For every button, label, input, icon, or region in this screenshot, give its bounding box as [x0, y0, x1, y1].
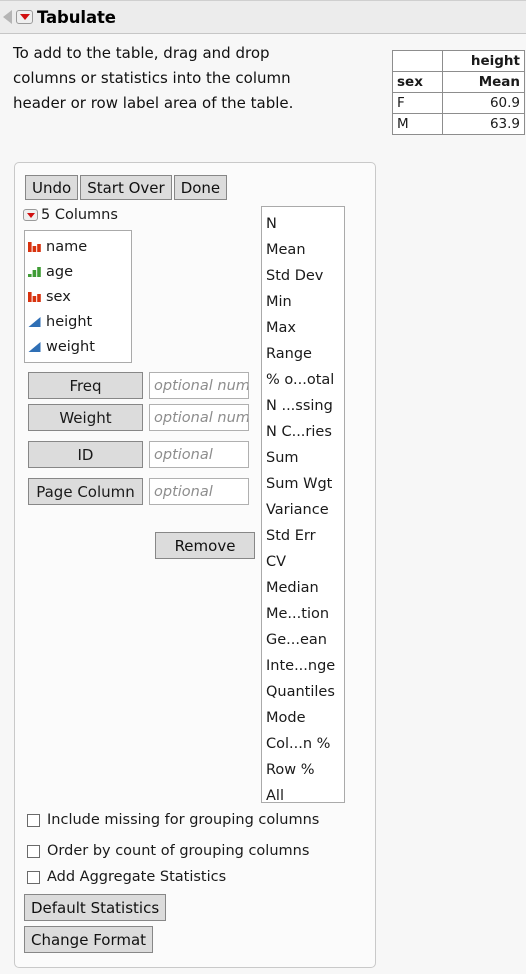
- statistic-list-item[interactable]: Range: [266, 341, 344, 367]
- statistic-list-item[interactable]: N C...ries: [266, 419, 344, 445]
- table-statistic-header[interactable]: Mean: [442, 71, 525, 93]
- statistic-list-item[interactable]: CV: [266, 549, 344, 575]
- role-field-freq[interactable]: optional numeric: [149, 372, 249, 399]
- statistic-list-item[interactable]: All: [266, 783, 344, 802]
- statistic-list-item[interactable]: Me...tion: [266, 601, 344, 627]
- statistics-list[interactable]: N Mean Std Dev Min Max Range% o...otal N ...ss…: [261, 206, 345, 803]
- column-list-item[interactable]: name: [27, 234, 131, 259]
- statistic-list-item[interactable]: Max: [266, 315, 344, 341]
- statistic-list-item[interactable]: Median: [266, 575, 344, 601]
- red-triangle-icon: [19, 14, 30, 20]
- table-row: M 63.9: [392, 113, 525, 135]
- column-list-item[interactable]: weight: [27, 334, 131, 359]
- table-cell-value: 60.9: [442, 92, 525, 114]
- role-field-weight[interactable]: optional numeric: [149, 404, 249, 431]
- table-row-label-header[interactable]: sex: [392, 71, 443, 93]
- role-button-freq[interactable]: Freq: [28, 372, 143, 399]
- nominal-bars-icon: [27, 240, 43, 254]
- statistic-list-item[interactable]: Ge...ean: [266, 627, 344, 653]
- column-name: sex: [46, 288, 71, 305]
- undo-button[interactable]: Undo: [25, 175, 79, 200]
- checkbox-row[interactable]: Include missing for grouping columns: [27, 812, 319, 828]
- tabulate-red-triangle-menu-button[interactable]: [16, 10, 33, 24]
- remove-button[interactable]: Remove: [155, 532, 255, 559]
- table-corner-cell: [392, 50, 443, 72]
- result-table: height sex Mean F 60.9 M 63.9: [392, 50, 525, 135]
- columns-section-header: 5 Columns: [23, 207, 118, 223]
- done-button[interactable]: Done: [173, 175, 228, 200]
- checkbox-label: Add Aggregate Statistics: [47, 869, 227, 885]
- statistic-list-item[interactable]: Quantiles: [266, 679, 344, 705]
- statistic-list-item[interactable]: Sum Wgt: [266, 471, 344, 497]
- statistic-list-item[interactable]: Std Dev: [266, 263, 344, 289]
- red-triangle-icon: [26, 212, 35, 218]
- column-list-item[interactable]: age: [27, 259, 131, 284]
- toolbar: Undo Start Over Done: [25, 175, 228, 200]
- role-row: Page Column optional: [28, 478, 249, 505]
- columns-count-label: 5 Columns: [41, 207, 118, 223]
- statistic-list-item[interactable]: Std Err: [266, 523, 344, 549]
- role-button-weight[interactable]: Weight: [28, 404, 143, 431]
- table-header-row-stat: sex Mean: [392, 71, 525, 93]
- checkbox-unchecked-icon[interactable]: [27, 813, 40, 827]
- page-title: Tabulate: [37, 7, 116, 27]
- role-field-id[interactable]: optional: [149, 441, 249, 468]
- placeholder-text: optional numeric: [154, 409, 249, 426]
- table-row-label: M: [392, 113, 443, 135]
- table-column-group-header[interactable]: height: [442, 50, 525, 72]
- checkbox-unchecked-icon[interactable]: [27, 870, 40, 884]
- checkbox-label: Include missing for grouping columns: [47, 812, 320, 828]
- role-row: Weight optional numeric: [28, 404, 249, 431]
- table-header-row-group: height: [392, 50, 525, 72]
- start-over-button[interactable]: Start Over: [80, 175, 172, 200]
- outline-disclosure-triangle-icon[interactable]: [3, 10, 12, 24]
- checkbox-row[interactable]: Order by count of grouping columns: [27, 843, 309, 859]
- role-row: ID optional: [28, 441, 249, 468]
- statistic-list-item[interactable]: Mode: [266, 705, 344, 731]
- change-format-button[interactable]: Change Format: [24, 926, 154, 953]
- statistic-list-item[interactable]: N: [266, 211, 344, 237]
- nominal-bars-icon: [27, 290, 43, 304]
- column-list-item[interactable]: sex: [27, 284, 131, 309]
- statistic-list-item[interactable]: Variance: [266, 497, 344, 523]
- column-name: height: [46, 313, 93, 330]
- statistic-list-item[interactable]: Col...n %: [266, 731, 344, 757]
- column-name: weight: [46, 338, 95, 355]
- continuous-triangle-icon: [27, 340, 43, 354]
- instruction-text: To add to the table, drag and drop colum…: [13, 44, 294, 112]
- checkbox-label: Order by count of grouping columns: [47, 843, 310, 859]
- column-name: age: [46, 263, 74, 280]
- table-cell-value: 63.9: [442, 113, 525, 135]
- statistic-list-item[interactable]: Row %: [266, 757, 344, 783]
- placeholder-text: optional: [154, 446, 213, 463]
- role-button-page-column[interactable]: Page Column: [28, 478, 143, 505]
- titlebar: Tabulate: [0, 0, 526, 34]
- statistic-list-item[interactable]: N ...ssing: [266, 393, 344, 419]
- role-row: Freq optional numeric: [28, 372, 249, 399]
- table-row-label: F: [392, 92, 443, 114]
- statistic-list-item[interactable]: Min: [266, 289, 344, 315]
- checkbox-unchecked-icon[interactable]: [27, 844, 40, 858]
- checkbox-row[interactable]: Add Aggregate Statistics: [27, 869, 226, 885]
- result-table-body: height sex Mean F 60.9 M 63.9: [392, 50, 525, 135]
- role-button-id[interactable]: ID: [28, 441, 143, 468]
- statistic-list-item[interactable]: Sum: [266, 445, 344, 471]
- statistic-list-item[interactable]: Mean: [266, 237, 344, 263]
- placeholder-text: optional: [154, 483, 213, 500]
- default-statistics-button[interactable]: Default Statistics: [24, 894, 167, 921]
- ordinal-bars-icon: [27, 265, 43, 279]
- column-list-item[interactable]: height: [27, 309, 131, 334]
- role-field-page-column[interactable]: optional: [149, 478, 249, 505]
- continuous-triangle-icon: [27, 315, 43, 329]
- columns-list[interactable]: name age sex height weight: [24, 230, 132, 363]
- columns-red-triangle-menu-button[interactable]: [23, 209, 38, 221]
- statistic-list-item[interactable]: Inte...nge: [266, 653, 344, 679]
- table-row: F 60.9: [392, 92, 525, 114]
- statistic-list-item[interactable]: % o...otal: [266, 367, 344, 393]
- column-name: name: [46, 238, 88, 255]
- placeholder-text: optional numeric: [154, 377, 249, 394]
